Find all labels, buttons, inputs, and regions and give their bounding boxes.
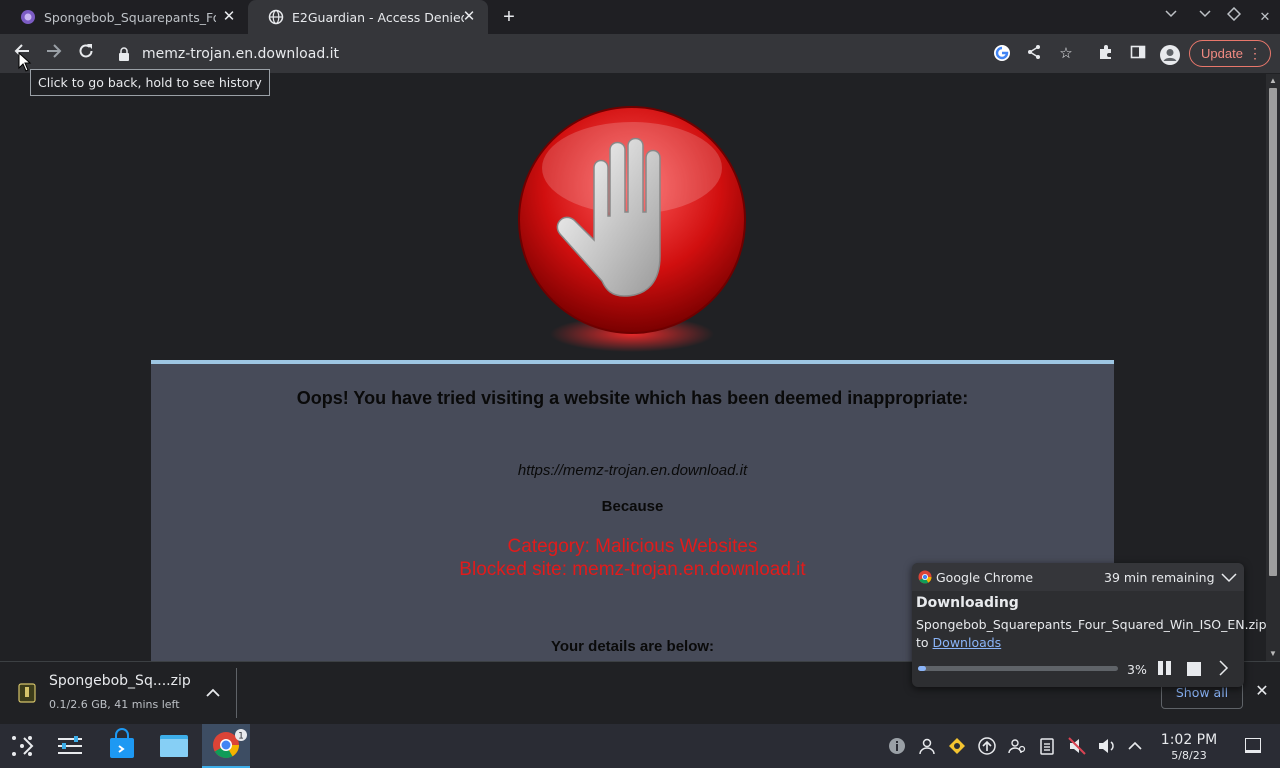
tab-spongebob[interactable]: Spongebob_Squarepants_Fo ✕ [0, 0, 248, 34]
tab-e2guardian[interactable]: E2Guardian - Access Denied ✕ [248, 0, 488, 34]
toolbar: memz-trojan.en.download.it ☆ Update ⋮ [0, 34, 1280, 74]
chevron-down-icon[interactable] [1220, 568, 1238, 586]
page-scrollbar[interactable]: ▲ ▼ [1266, 74, 1280, 661]
back-tooltip: Click to go back, hold to see history [30, 69, 270, 96]
info-tray-icon[interactable] [887, 736, 907, 756]
download-filename: Spongebob_Squarepants_Four_Squared_Win_I… [916, 616, 1267, 652]
bubble-app-name: Google Chrome [936, 570, 1034, 585]
close-window-icon[interactable]: ✕ [1254, 6, 1276, 28]
scroll-up-icon[interactable]: ▲ [1266, 75, 1280, 87]
url-text: memz-trojan.en.download.it [142, 46, 340, 62]
chevron-right-icon[interactable] [1214, 659, 1232, 677]
profile-avatar-icon[interactable] [1159, 44, 1180, 65]
new-tab-button[interactable]: + [498, 6, 520, 28]
clock-date: 5/8/23 [1171, 749, 1207, 762]
chrome-badge-count: 1 [238, 732, 244, 742]
download-bubble: Google Chrome 39 min remaining Downloadi… [912, 563, 1267, 687]
mouse-cursor-icon [18, 52, 32, 72]
shelf-divider [236, 668, 237, 718]
bookmark-star-icon[interactable]: ☆ [1056, 44, 1076, 64]
side-panel-icon[interactable] [1128, 44, 1148, 64]
download-status: Downloading [916, 595, 1019, 611]
tray-expand-icon[interactable] [1125, 736, 1145, 756]
chrome-logo-icon [918, 570, 932, 584]
downloads-link[interactable]: Downloads [933, 635, 1002, 650]
download-progress-fill [918, 666, 926, 671]
google-lens-icon[interactable] [992, 44, 1012, 64]
clock[interactable]: 1:02 PM 5/8/23 [1153, 732, 1225, 762]
clock-time: 1:02 PM [1160, 732, 1218, 748]
purple-circle-icon [21, 10, 35, 24]
close-tab-icon[interactable]: ✕ [220, 8, 238, 26]
settings-sliders-icon[interactable] [46, 724, 94, 768]
blocked-url: https://memz-trojan.en.download.it [517, 462, 748, 479]
maximize-icon[interactable] [1223, 6, 1245, 28]
app-launcher-icon[interactable] [0, 724, 48, 768]
minimize-icon[interactable] [1194, 6, 1216, 28]
tab-title: E2Guardian - Access Denied [292, 9, 464, 25]
user-tray-icon[interactable] [917, 736, 937, 756]
zip-file-icon[interactable] [18, 683, 36, 703]
shelf-filename[interactable]: Spongebob_Sq....zip [49, 673, 191, 689]
globe-icon [268, 9, 284, 25]
update-button[interactable]: Update ⋮ [1189, 40, 1271, 67]
people-tray-icon[interactable] [1007, 736, 1027, 756]
block-headline: Oops! You have tried visiting a website … [296, 388, 969, 408]
because-label: Because [601, 498, 664, 515]
pause-icon[interactable] [1157, 660, 1173, 676]
reload-icon[interactable] [74, 42, 98, 66]
scroll-down-icon[interactable]: ▼ [1266, 648, 1280, 660]
close-shelf-icon[interactable]: ✕ [1252, 682, 1272, 702]
chrome-icon: 1 [213, 729, 247, 759]
download-progress-bar [918, 666, 1118, 671]
address-bar[interactable]: memz-trojan.en.download.it [108, 39, 978, 69]
share-icon[interactable] [1024, 44, 1044, 64]
extensions-puzzle-icon[interactable] [1096, 44, 1116, 64]
scroll-thumb[interactable] [1269, 88, 1277, 576]
lock-icon [119, 47, 129, 61]
sync-tray-icon[interactable] [977, 736, 997, 756]
mic-muted-tray-icon[interactable] [1067, 736, 1087, 756]
tab-title: Spongebob_Squarepants_Fo [44, 9, 216, 25]
tab-search-icon[interactable] [1160, 6, 1182, 28]
block-category: Category: Malicious Websites [507, 536, 758, 557]
chrome-taskbar-button[interactable]: 1 [202, 724, 250, 768]
volume-tray-icon[interactable] [1097, 736, 1117, 756]
store-bag-icon[interactable] [98, 724, 146, 768]
tab-strip: Spongebob_Squarepants_Fo ✕ E2Guardian - … [0, 0, 1280, 34]
chevron-up-icon[interactable] [204, 686, 222, 700]
close-tab-icon[interactable]: ✕ [460, 8, 478, 26]
file-manager-icon[interactable] [150, 724, 198, 768]
forward-arrow-icon[interactable] [42, 42, 66, 66]
bubble-time-remaining: 39 min remaining [1104, 570, 1215, 585]
updater-tray-icon[interactable] [947, 736, 967, 756]
bubble-header: Google Chrome 39 min remaining [912, 563, 1244, 591]
update-label: Update [1201, 46, 1243, 61]
clipboard-tray-icon[interactable] [1037, 736, 1057, 756]
download-percent: 3% [1127, 662, 1147, 677]
stop-hand-icon [518, 106, 746, 352]
taskbar: 1 1:02 PM 5/8/23 [0, 724, 1280, 768]
stop-icon[interactable] [1187, 662, 1201, 676]
shelf-status: 0.1/2.6 GB, 41 mins left [49, 698, 180, 711]
show-desktop-icon[interactable] [1245, 738, 1261, 753]
kebab-menu-icon[interactable]: ⋮ [1248, 41, 1262, 66]
